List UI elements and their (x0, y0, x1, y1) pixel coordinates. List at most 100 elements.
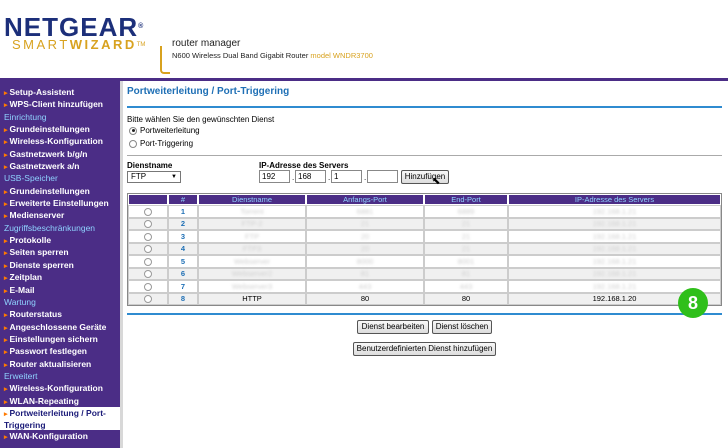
row-service-name: FTP (198, 230, 306, 243)
row-select-radio[interactable] (144, 295, 152, 304)
sidebar-item-label: Einstellungen sichern (9, 333, 98, 344)
sidebar-item-label: Grundeinstellungen (9, 124, 90, 135)
sidebar-item[interactable]: ▸ Portweiterleitung / Port-Triggering (0, 406, 120, 430)
sidebar-item[interactable]: ▸ Grundeinstellungen (0, 123, 120, 135)
row-select-radio[interactable] (144, 207, 152, 216)
sidebar-item[interactable]: ▸ WLAN-Repeating (0, 395, 120, 407)
edit-service-button[interactable]: Dienst bearbeiten (357, 320, 429, 334)
ip-octet-4[interactable] (367, 170, 398, 183)
radio-triggering-row[interactable]: Port-Triggering (129, 139, 193, 148)
row-service-name-text: HTTP (242, 294, 262, 304)
sidebar-item[interactable]: ▸ Zeitplan (0, 271, 120, 283)
sidebar-item-label: WAN-Konfiguration (9, 430, 88, 441)
row-end-port: 8001 (424, 255, 508, 268)
sidebar-item[interactable]: ▸ Grundeinstellungen (0, 185, 120, 197)
bullet-icon: ▸ (4, 238, 8, 246)
radio-forwarding[interactable] (129, 126, 137, 135)
row-select-radio[interactable] (144, 257, 152, 266)
ip-octet-1[interactable]: 192 (259, 170, 290, 183)
row-select-cell[interactable] (128, 205, 168, 218)
sidebar-item-label: WLAN-Repeating (9, 395, 79, 406)
sidebar-item[interactable]: ▸ Wireless-Konfiguration (0, 382, 120, 394)
sidebar-item[interactable]: ▸ WPS-Client hinzufügen (0, 98, 120, 110)
table-row[interactable]: 5 Webserver 8000 8001 192.168.1.21 (128, 255, 721, 268)
sidebar-item[interactable]: ▸ Dienste sperren (0, 259, 120, 271)
service-select-value: FTP (131, 172, 147, 181)
row-number-text: 2 (180, 219, 186, 229)
smartwizard-logo: SMARTWIZARDTM (12, 38, 145, 52)
row-start-port: 20 (306, 230, 424, 243)
service-select[interactable]: FTP ▼ (127, 171, 181, 183)
row-service-name-text: Webserver (233, 256, 271, 266)
table-header-select (128, 194, 168, 205)
sidebar-item[interactable]: ▸ Passwort festlegen (0, 345, 120, 357)
table-header-row: # Dienstname Anfangs-Port End-Port IP-Ad… (128, 194, 721, 205)
sidebar-item[interactable]: ▸ Router aktualisieren (0, 358, 120, 370)
delete-service-button[interactable]: Dienst löschen (432, 320, 492, 334)
sidebar-item[interactable]: ▸ Wireless-Konfiguration (0, 135, 120, 147)
row-start-port: 6881 (306, 205, 424, 218)
add-button[interactable]: Hinzufügen (401, 170, 449, 184)
row-select-cell[interactable] (128, 267, 168, 280)
services-table: # Dienstname Anfangs-Port End-Port IP-Ad… (127, 193, 722, 306)
bullet-icon: ▸ (4, 312, 8, 320)
row-select-radio[interactable] (144, 220, 152, 229)
sidebar-item[interactable]: ▸ Seiten sperren (0, 246, 120, 258)
row-select-cell[interactable] (128, 280, 168, 293)
radio-forwarding-row[interactable]: Portweiterleitung (129, 126, 200, 135)
table-row[interactable]: 8 HTTP 80 80 192.168.1.20 (128, 292, 721, 305)
table-row[interactable]: 1 Torrent 6881 6889 192.168.1.21 (128, 205, 721, 218)
table-row[interactable]: 3 FTP 20 21 192.168.1.21 (128, 230, 721, 243)
row-select-radio[interactable] (144, 245, 152, 254)
sidebar-section-label: Zugriffsbeschränkungen (4, 222, 96, 233)
sidebar-item[interactable]: ▸ Angeschlossene Geräte (0, 321, 120, 333)
row-start-port-text: 20 (360, 231, 370, 241)
sub-brand-b: WIZARD (69, 37, 137, 52)
row-select-radio[interactable] (144, 270, 152, 279)
row-server-ip-text: 192.168.1.20 (592, 294, 637, 304)
sidebar-item[interactable]: ▸ Gastnetzwerk b/g/n (0, 148, 120, 160)
row-select-cell[interactable] (128, 217, 168, 230)
sidebar-item[interactable]: ▸ Einstellungen sichern (0, 333, 120, 345)
sidebar-item[interactable]: ▸ Routerstatus (0, 308, 120, 320)
radio-triggering[interactable] (129, 139, 137, 148)
sidebar-item-label: Passwort festlegen (9, 346, 87, 357)
row-end-port: 81 (424, 267, 508, 280)
row-server-ip: 192.168.1.21 (508, 255, 721, 268)
row-start-port: 80 (306, 292, 424, 305)
row-select-cell[interactable] (128, 255, 168, 268)
row-end-port: 21 (424, 242, 508, 255)
ip-octet-2[interactable]: 168 (295, 170, 326, 183)
row-select-radio[interactable] (144, 282, 152, 291)
table-row[interactable]: 4 FTP3 20 21 192.168.1.21 (128, 242, 721, 255)
ip-octet-3[interactable]: 1 (331, 170, 362, 183)
sidebar-item[interactable]: ▸ Medienserver (0, 209, 120, 221)
table-row[interactable]: 6 Webserver2 81 81 192.168.1.21 (128, 267, 721, 280)
row-number: 8 (168, 292, 198, 305)
row-start-port-text: 21 (360, 219, 370, 229)
sidebar-item[interactable]: ▸ Protokolle (0, 234, 120, 246)
row-select-cell[interactable] (128, 292, 168, 305)
row-number-text: 6 (180, 269, 186, 279)
table-row[interactable]: 2 FTP-2 21 21 192.168.1.21 (128, 217, 721, 230)
row-number-text: 4 (180, 244, 186, 254)
row-select-cell[interactable] (128, 230, 168, 243)
sidebar-item[interactable]: ▸ Erweiterte Einstellungen (0, 197, 120, 209)
add-custom-service-button[interactable]: Benutzerdefinierten Dienst hinzufügen (353, 342, 496, 356)
bullet-icon: ▸ (4, 262, 8, 270)
sidebar-item[interactable]: ▸ WAN-Konfiguration (0, 430, 120, 442)
sub-brand-a: SMART (12, 37, 70, 52)
sidebar-item[interactable]: ▸ Setup-Assistent (0, 86, 120, 98)
bullet-icon: ▸ (4, 361, 8, 369)
table-body: 1 Torrent 6881 6889 192.168.1.21 2 FTP-2 21 21 19… (128, 205, 721, 305)
row-select-radio[interactable] (144, 232, 152, 241)
table-row[interactable]: 7 Webserver3 443 443 192.168.1.21 (128, 280, 721, 293)
row-service-name-text: FTP-2 (241, 219, 263, 229)
row-server-ip-text: 192.168.1.21 (592, 219, 637, 229)
sidebar-item[interactable]: ▸ E-Mail (0, 284, 120, 296)
row-server-ip: 192.168.1.21 (508, 267, 721, 280)
row-end-port-text: 6889 (457, 206, 475, 216)
row-service-name: Webserver2 (198, 267, 306, 280)
row-select-cell[interactable] (128, 242, 168, 255)
sidebar-item[interactable]: ▸ Gastnetzwerk a/n (0, 160, 120, 172)
